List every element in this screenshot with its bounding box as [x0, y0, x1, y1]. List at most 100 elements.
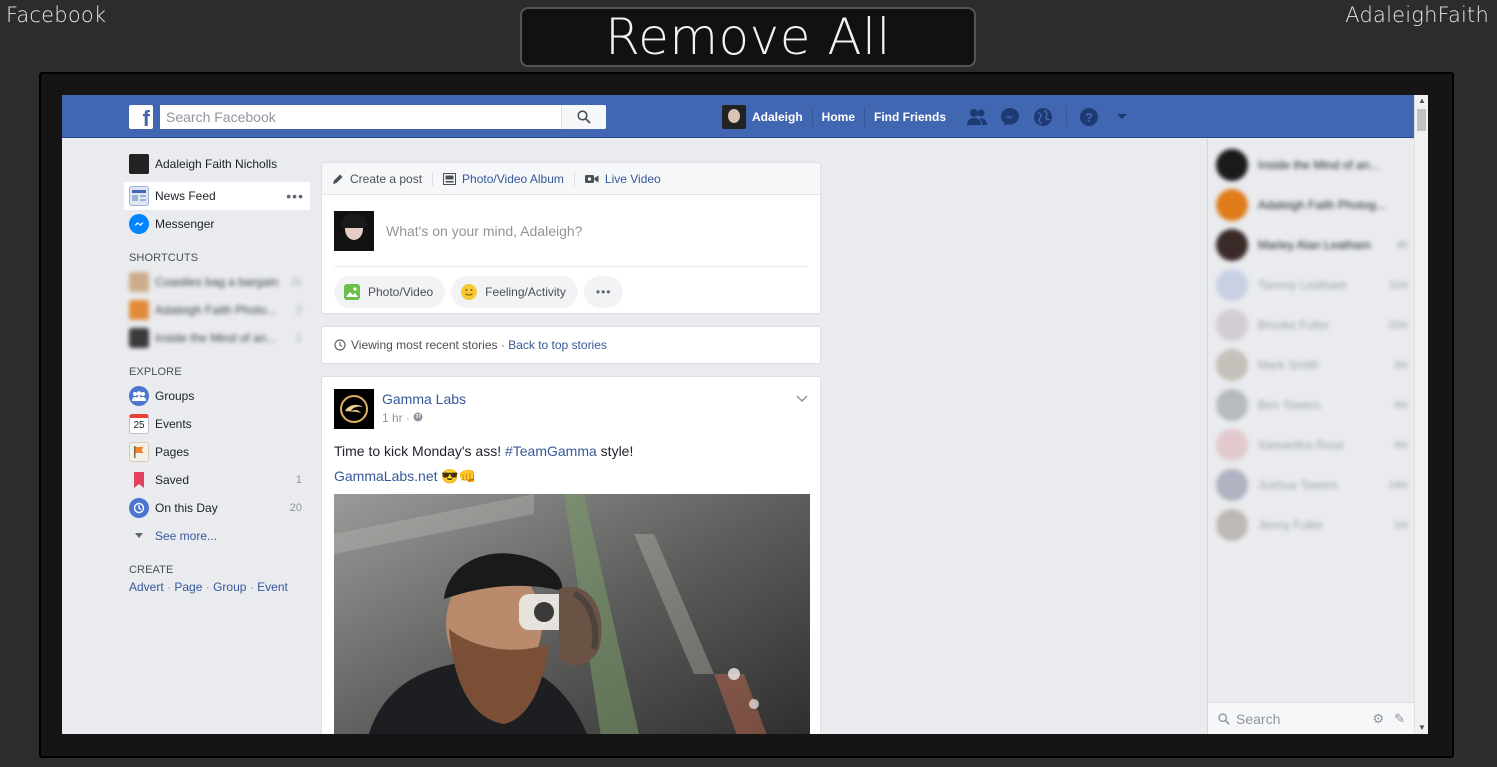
left-profile-link[interactable]: Adaleigh Faith Nicholls — [124, 150, 310, 178]
shortcut-item[interactable]: Inside the Mind of an... 1 — [124, 324, 310, 352]
pages-icon — [129, 442, 149, 462]
chevron-down-icon — [129, 526, 149, 546]
chat-contact-row[interactable]: Mark Smith 2m — [1208, 345, 1414, 385]
composer-avatar — [334, 210, 374, 251]
tab-live-video[interactable]: Live Video — [584, 171, 661, 186]
news-feed-icon — [129, 186, 149, 206]
chat-contact-row[interactable]: Jenny Fuller 1m — [1208, 505, 1414, 545]
shortcut-item[interactable]: Coastles bag a bargain 11 — [124, 268, 310, 296]
create-heading: CREATE — [129, 564, 174, 576]
photo-icon — [344, 284, 360, 300]
notice-text: Viewing most recent stories · — [351, 338, 505, 352]
tab-create-post[interactable]: Create a post — [332, 172, 422, 186]
on-this-day-icon — [129, 498, 149, 518]
photo-video-button[interactable]: Photo/Video — [334, 276, 446, 308]
chat-contact-row[interactable]: Ben Towers 4m — [1208, 385, 1414, 425]
shortcut-label: Coastles bag a bargain — [155, 275, 279, 289]
news-feed-more-icon[interactable]: ••• — [286, 188, 304, 204]
post-emoji: 😎👊 — [441, 468, 477, 484]
chat-contact-name: Tammy Leatham — [1258, 278, 1347, 292]
left-item-groups[interactable]: Groups — [124, 382, 310, 410]
chat-search-input[interactable] — [1236, 710, 1356, 727]
scroll-up-arrow-icon[interactable]: ▲ — [1417, 96, 1427, 106]
create-group-link[interactable]: Group — [213, 580, 246, 594]
outer-left-label: Facebook — [6, 3, 107, 27]
messenger-nav-icon[interactable] — [998, 105, 1022, 129]
chat-contact-row[interactable]: Adaleigh Faith Photog... — [1208, 185, 1414, 225]
post-link[interactable]: GammaLabs.net — [334, 468, 438, 484]
tab-separator — [432, 171, 434, 186]
shortcut-label: Inside the Mind of an... — [155, 331, 277, 345]
shortcuts-heading: SHORTCUTS — [129, 252, 199, 264]
left-item-messenger[interactable]: Messenger — [124, 210, 310, 238]
chat-search-bar: ⚙ ✎ — [1208, 702, 1415, 734]
chat-contact-time: 11m — [1389, 279, 1408, 291]
chat-contact-avatar — [1216, 389, 1248, 421]
chat-contact-time: 1m — [1394, 519, 1408, 531]
messenger-icon — [129, 214, 149, 234]
account-menu-chevron-icon[interactable] — [1110, 105, 1134, 129]
friend-requests-icon[interactable] — [965, 105, 989, 129]
nav-profile-link[interactable]: Adaleigh — [752, 106, 813, 127]
search-input[interactable] — [160, 105, 560, 129]
scroll-thumb[interactable] — [1417, 109, 1426, 131]
left-item-news-feed[interactable]: News Feed ••• — [124, 182, 310, 210]
post-photo[interactable] — [334, 494, 810, 734]
help-icon[interactable]: ? — [1077, 105, 1101, 129]
facebook-viewport: f Adaleigh Home Find Friends — [62, 95, 1428, 734]
tab-create-post-label: Create a post — [350, 171, 423, 186]
gamma-labs-logo[interactable] — [334, 389, 374, 429]
back-to-top-stories-link[interactable]: Back to top stories — [508, 338, 607, 352]
feeling-activity-button[interactable]: Feeling/Activity — [451, 276, 578, 308]
chat-contact-row[interactable]: Inside the Mind of an... — [1208, 145, 1414, 185]
new-message-icon[interactable]: ✎ — [1394, 711, 1405, 727]
nav-home-link[interactable]: Home — [813, 106, 866, 127]
tab-live-video-label: Live Video — [604, 171, 661, 186]
gear-icon[interactable]: ⚙ — [1372, 711, 1384, 727]
chat-contact-list: Inside the Mind of an... Adaleigh Faith P… — [1208, 145, 1414, 545]
search-button[interactable] — [561, 105, 606, 129]
post-meta: 1 hr · — [382, 411, 466, 425]
post-text-end: style! — [596, 443, 634, 459]
left-item-on-this-day[interactable]: On this Day 20 — [124, 494, 310, 522]
post-page-name[interactable]: Gamma Labs — [382, 391, 466, 407]
left-item-events[interactable]: 25 Events — [124, 410, 310, 438]
chat-contact-row[interactable]: Joshua Towers 14m — [1208, 465, 1414, 505]
chat-contact-name: Inside the Mind of an... — [1258, 158, 1380, 172]
saved-label: Saved — [155, 473, 190, 487]
tab-photo-album-label: Photo/Video Album — [462, 171, 564, 186]
composer-body[interactable]: What's on your mind, Adaleigh? — [334, 195, 808, 267]
left-item-pages[interactable]: Pages — [124, 438, 310, 466]
chat-contact-row[interactable]: Tammy Leatham 11m — [1208, 265, 1414, 305]
more-options-button[interactable]: ••• — [583, 276, 624, 308]
facebook-logo[interactable]: f — [129, 105, 153, 131]
photo-video-label: Photo/Video — [368, 285, 434, 299]
create-event-link[interactable]: Event — [257, 580, 288, 594]
chat-contact-row[interactable]: Samantha Rose 4m — [1208, 425, 1414, 465]
see-more-link[interactable]: See more... — [124, 522, 310, 550]
chat-contact-name: Samantha Rose — [1258, 438, 1345, 452]
events-icon: 25 — [129, 414, 149, 434]
left-item-saved[interactable]: Saved 1 — [124, 466, 310, 494]
chat-contact-row[interactable]: Brooke Fuller 22m — [1208, 305, 1414, 345]
create-advert-link[interactable]: Advert — [129, 580, 164, 594]
tab-photo-video-album[interactable]: Photo/Video Album — [443, 172, 564, 186]
page-scrollbar[interactable]: ▲ ▼ — [1414, 95, 1428, 734]
notifications-globe-icon[interactable] — [1031, 105, 1055, 129]
chat-contact-time: 2m — [1394, 359, 1408, 371]
profile-avatar[interactable] — [722, 104, 746, 129]
composer-placeholder[interactable]: What's on your mind, Adaleigh? — [386, 223, 582, 239]
create-page-link[interactable]: Page — [174, 580, 202, 594]
search-box — [160, 105, 606, 129]
post-options-chevron-icon[interactable] — [796, 391, 808, 405]
shortcut-thumbnail — [129, 272, 149, 292]
post-hashtag[interactable]: #TeamGamma — [505, 443, 597, 459]
post-time[interactable]: 1 hr · — [382, 411, 410, 425]
chat-contact-row[interactable]: Marley Alan Leatham 4h — [1208, 225, 1414, 265]
scroll-down-arrow-icon[interactable]: ▼ — [1417, 723, 1427, 733]
shortcut-label: Adaleigh Faith Photo... — [155, 303, 277, 317]
chat-contact-time: 14m — [1388, 479, 1408, 491]
shortcut-item[interactable]: Adaleigh Faith Photo... 2 — [124, 296, 310, 324]
nav-find-friends-link[interactable]: Find Friends — [865, 107, 955, 127]
outer-right-label: AdaleighFaith — [1345, 3, 1489, 27]
